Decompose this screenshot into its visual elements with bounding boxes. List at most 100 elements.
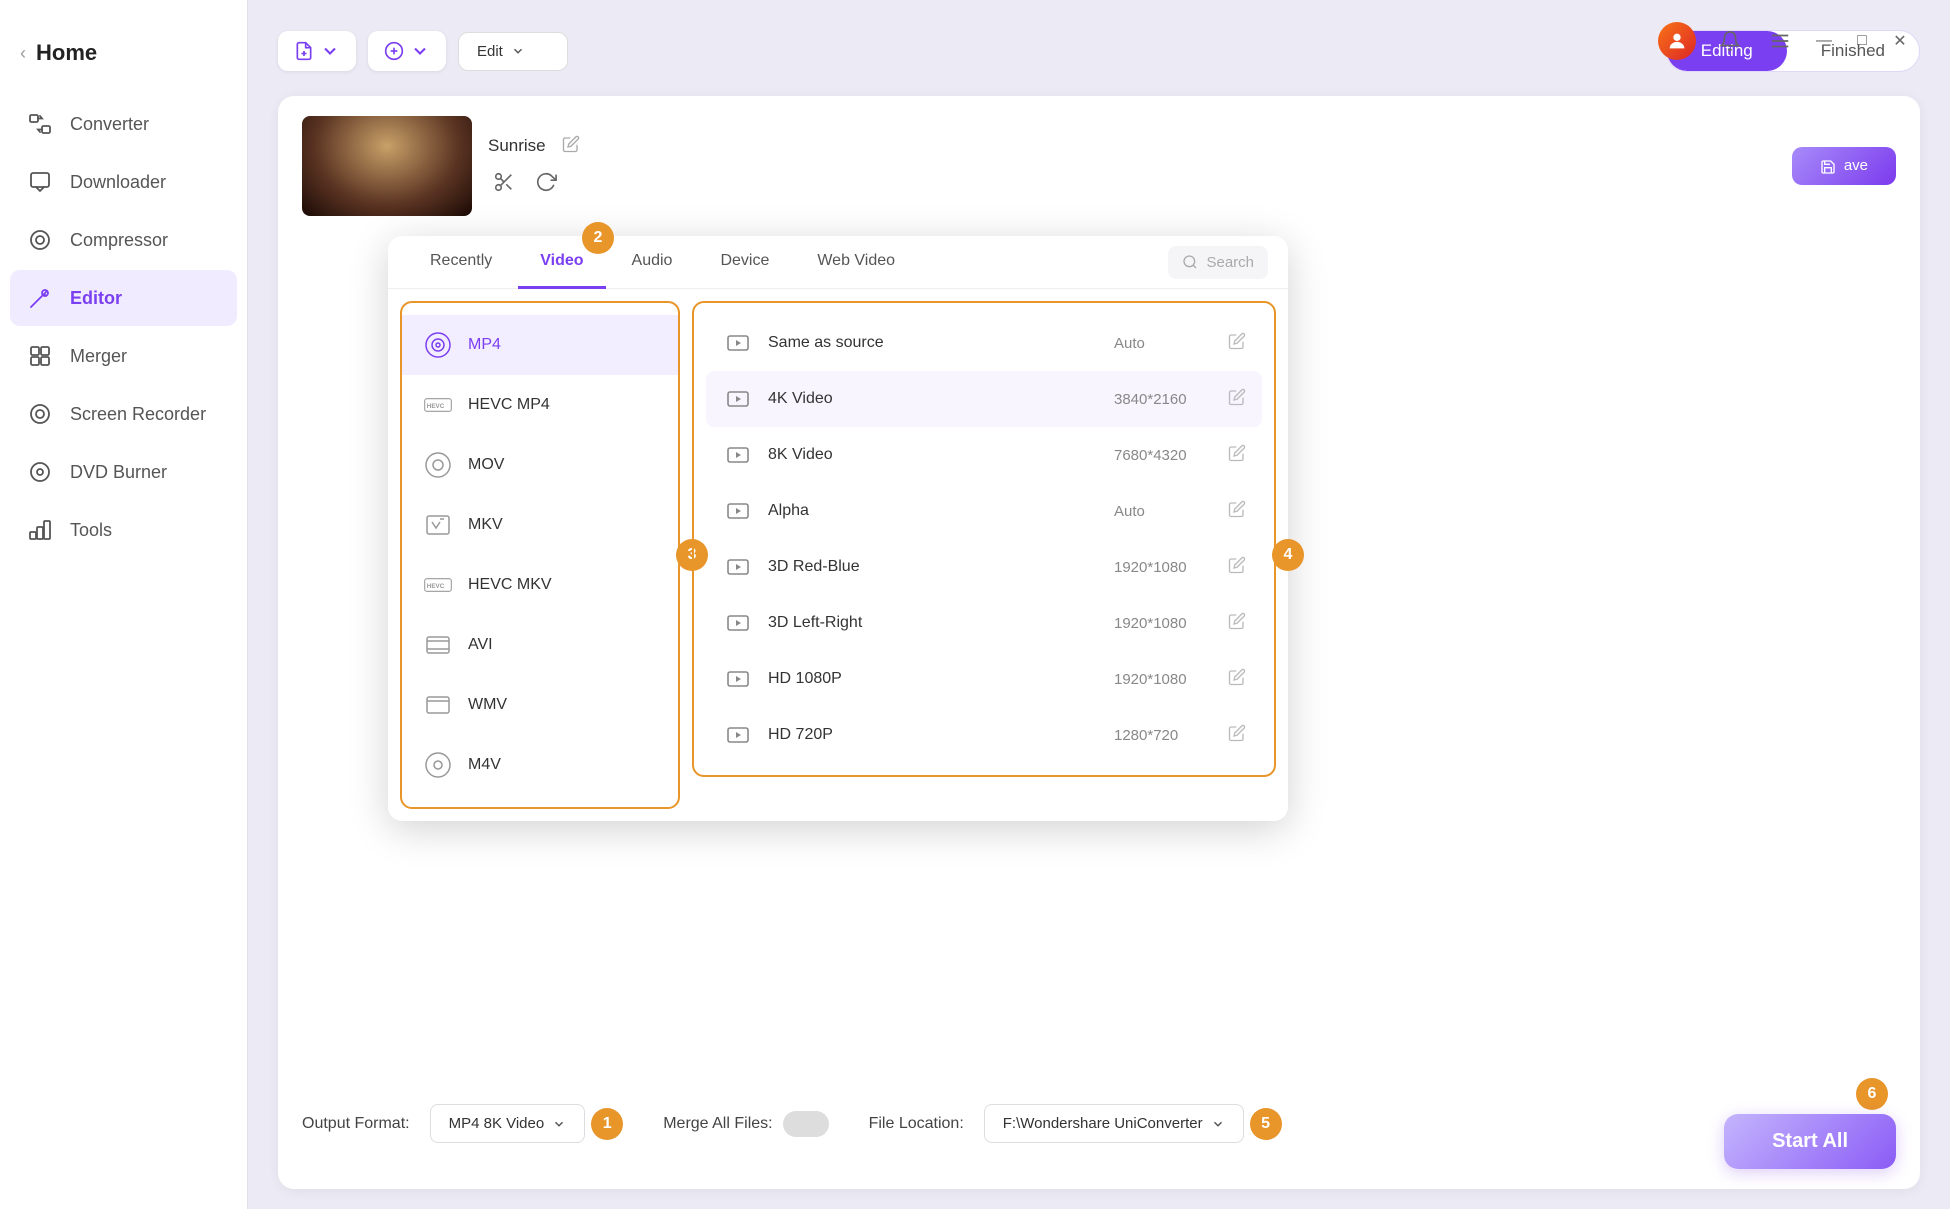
svg-text:HEVC: HEVC — [427, 403, 445, 410]
video-file-icon-alpha — [722, 495, 754, 527]
screen-recorder-icon — [26, 400, 54, 428]
merge-toggle-switch[interactable] — [783, 1111, 829, 1137]
res-edit-8k[interactable] — [1228, 444, 1246, 467]
edit-dropdown[interactable]: Edit — [458, 32, 568, 71]
resolution-item-3d-left-right[interactable]: 3D Left-Right 1920*1080 — [706, 595, 1262, 651]
resolution-item-same-as-source[interactable]: Same as source Auto — [706, 315, 1262, 371]
res-edit-hd-1080p[interactable] — [1228, 668, 1246, 691]
res-size-hd-1080p: 1920*1080 — [1114, 671, 1214, 688]
video-file-icon-4k — [722, 383, 754, 415]
file-location-label: File Location: — [869, 1115, 964, 1133]
res-label-4k: 4K Video — [768, 390, 1100, 408]
sidebar-item-compressor[interactable]: Compressor — [10, 212, 237, 268]
res-label-3d-red-blue: 3D Red-Blue — [768, 558, 1100, 576]
mkv-icon — [422, 509, 454, 541]
menu-icon[interactable] — [1764, 25, 1796, 57]
resolution-item-4k[interactable]: 4K Video 3840*2160 — [706, 371, 1262, 427]
resolution-item-hd-1080p[interactable]: HD 1080P 1920*1080 — [706, 651, 1262, 707]
sidebar-nav: Converter Downloader Compressor — [0, 96, 247, 558]
format-item-mkv[interactable]: MKV — [402, 495, 678, 555]
res-label-8k: 8K Video — [768, 446, 1100, 464]
merge-label: Merge All Files: — [663, 1115, 772, 1133]
video-file-icon-1080p — [722, 663, 754, 695]
format-tabs: Recently Video Audio Device Web Video Se… — [388, 236, 1288, 289]
hevc-mkv-icon: HEVC — [422, 569, 454, 601]
save-label: ave — [1844, 157, 1868, 174]
add-url-button[interactable] — [368, 31, 446, 71]
tab-audio[interactable]: Audio — [610, 236, 695, 289]
format-label-mp4: MP4 — [468, 336, 501, 354]
res-edit-3d-red-blue[interactable] — [1228, 556, 1246, 579]
mp4-icon — [422, 329, 454, 361]
format-list: MP4 HEVC HEVC MP4 — [400, 301, 680, 809]
wmv-icon — [422, 689, 454, 721]
output-format-value: MP4 8K Video — [449, 1115, 545, 1132]
format-search[interactable]: Search — [1168, 246, 1268, 279]
format-body: MP4 HEVC HEVC MP4 — [388, 289, 1288, 821]
add-file-button[interactable] — [278, 31, 356, 71]
sidebar-item-downloader[interactable]: Downloader — [10, 154, 237, 210]
video-edit-icon[interactable] — [562, 135, 580, 158]
file-location-select[interactable]: F:\Wondershare UniConverter — [984, 1104, 1244, 1143]
sidebar-item-label-dvd-burner: DVD Burner — [70, 462, 167, 483]
badge-6: 6 — [1856, 1078, 1888, 1110]
save-button[interactable]: ave — [1792, 147, 1896, 184]
hevc-mp4-icon: HEVC — [422, 389, 454, 421]
search-placeholder: Search — [1206, 254, 1254, 271]
tab-web-video[interactable]: Web Video — [795, 236, 917, 289]
minimize-button[interactable]: — — [1814, 31, 1834, 51]
res-edit-4k[interactable] — [1228, 388, 1246, 411]
notification-icon[interactable] — [1714, 25, 1746, 57]
format-label-mkv: MKV — [468, 516, 503, 534]
video-file-icon-8k — [722, 439, 754, 471]
format-picker: Recently Video Audio Device Web Video Se… — [388, 236, 1288, 821]
close-button[interactable]: ✕ — [1890, 31, 1910, 51]
format-item-hevc-mp4[interactable]: HEVC HEVC MP4 — [402, 375, 678, 435]
format-item-m4v[interactable]: M4V — [402, 735, 678, 795]
format-label-wmv: WMV — [468, 696, 507, 714]
tab-recently[interactable]: Recently — [408, 236, 514, 289]
sidebar-item-editor[interactable]: Editor — [10, 270, 237, 326]
video-info: Sunrise — [488, 135, 580, 198]
tab-device[interactable]: Device — [698, 236, 791, 289]
sidebar-collapse-icon[interactable]: ‹ — [20, 43, 26, 64]
sidebar-item-dvd-burner[interactable]: DVD Burner — [10, 444, 237, 500]
downloader-icon — [26, 168, 54, 196]
start-all-button[interactable]: Start All — [1724, 1114, 1896, 1169]
sidebar-item-label-downloader: Downloader — [70, 172, 166, 193]
sidebar-item-merger[interactable]: Merger — [10, 328, 237, 384]
res-edit-3d-left-right[interactable] — [1228, 612, 1246, 635]
res-edit-same-as-source[interactable] — [1228, 332, 1246, 355]
cut-icon[interactable] — [488, 166, 520, 198]
video-controls — [488, 166, 580, 198]
resolution-item-alpha[interactable]: Alpha Auto — [706, 483, 1262, 539]
user-avatar[interactable] — [1658, 22, 1696, 60]
sidebar-item-tools[interactable]: Tools — [10, 502, 237, 558]
badge-2: 2 — [582, 222, 614, 254]
sidebar-item-screen-recorder[interactable]: Screen Recorder — [10, 386, 237, 442]
resolution-item-8k[interactable]: 8K Video 7680*4320 — [706, 427, 1262, 483]
format-item-wmv[interactable]: WMV — [402, 675, 678, 735]
rotate-icon[interactable] — [530, 166, 562, 198]
format-item-mov[interactable]: MOV — [402, 435, 678, 495]
res-label-same-as-source: Same as source — [768, 334, 1100, 352]
output-format-select[interactable]: MP4 8K Video — [430, 1104, 586, 1143]
format-item-avi[interactable]: AVI — [402, 615, 678, 675]
res-label-hd-720p: HD 720P — [768, 726, 1100, 744]
res-size-hd-720p: 1280*720 — [1114, 727, 1214, 744]
format-item-hevc-mkv[interactable]: HEVC HEVC MKV — [402, 555, 678, 615]
mov-icon — [422, 449, 454, 481]
resolution-item-3d-red-blue[interactable]: 3D Red-Blue 1920*1080 — [706, 539, 1262, 595]
resolution-item-hd-720p[interactable]: HD 720P 1280*720 — [706, 707, 1262, 763]
sidebar-item-converter[interactable]: Converter — [10, 96, 237, 152]
res-edit-hd-720p[interactable] — [1228, 724, 1246, 747]
maximize-button[interactable]: □ — [1852, 31, 1872, 51]
merger-icon — [26, 342, 54, 370]
video-thumb-inner — [302, 116, 472, 216]
edit-dropdown-label: Edit — [477, 43, 503, 60]
tools-icon — [26, 516, 54, 544]
sidebar-item-label-compressor: Compressor — [70, 230, 168, 251]
res-edit-alpha[interactable] — [1228, 500, 1246, 523]
format-item-mp4[interactable]: MP4 — [402, 315, 678, 375]
format-label-hevc-mp4: HEVC MP4 — [468, 396, 550, 414]
